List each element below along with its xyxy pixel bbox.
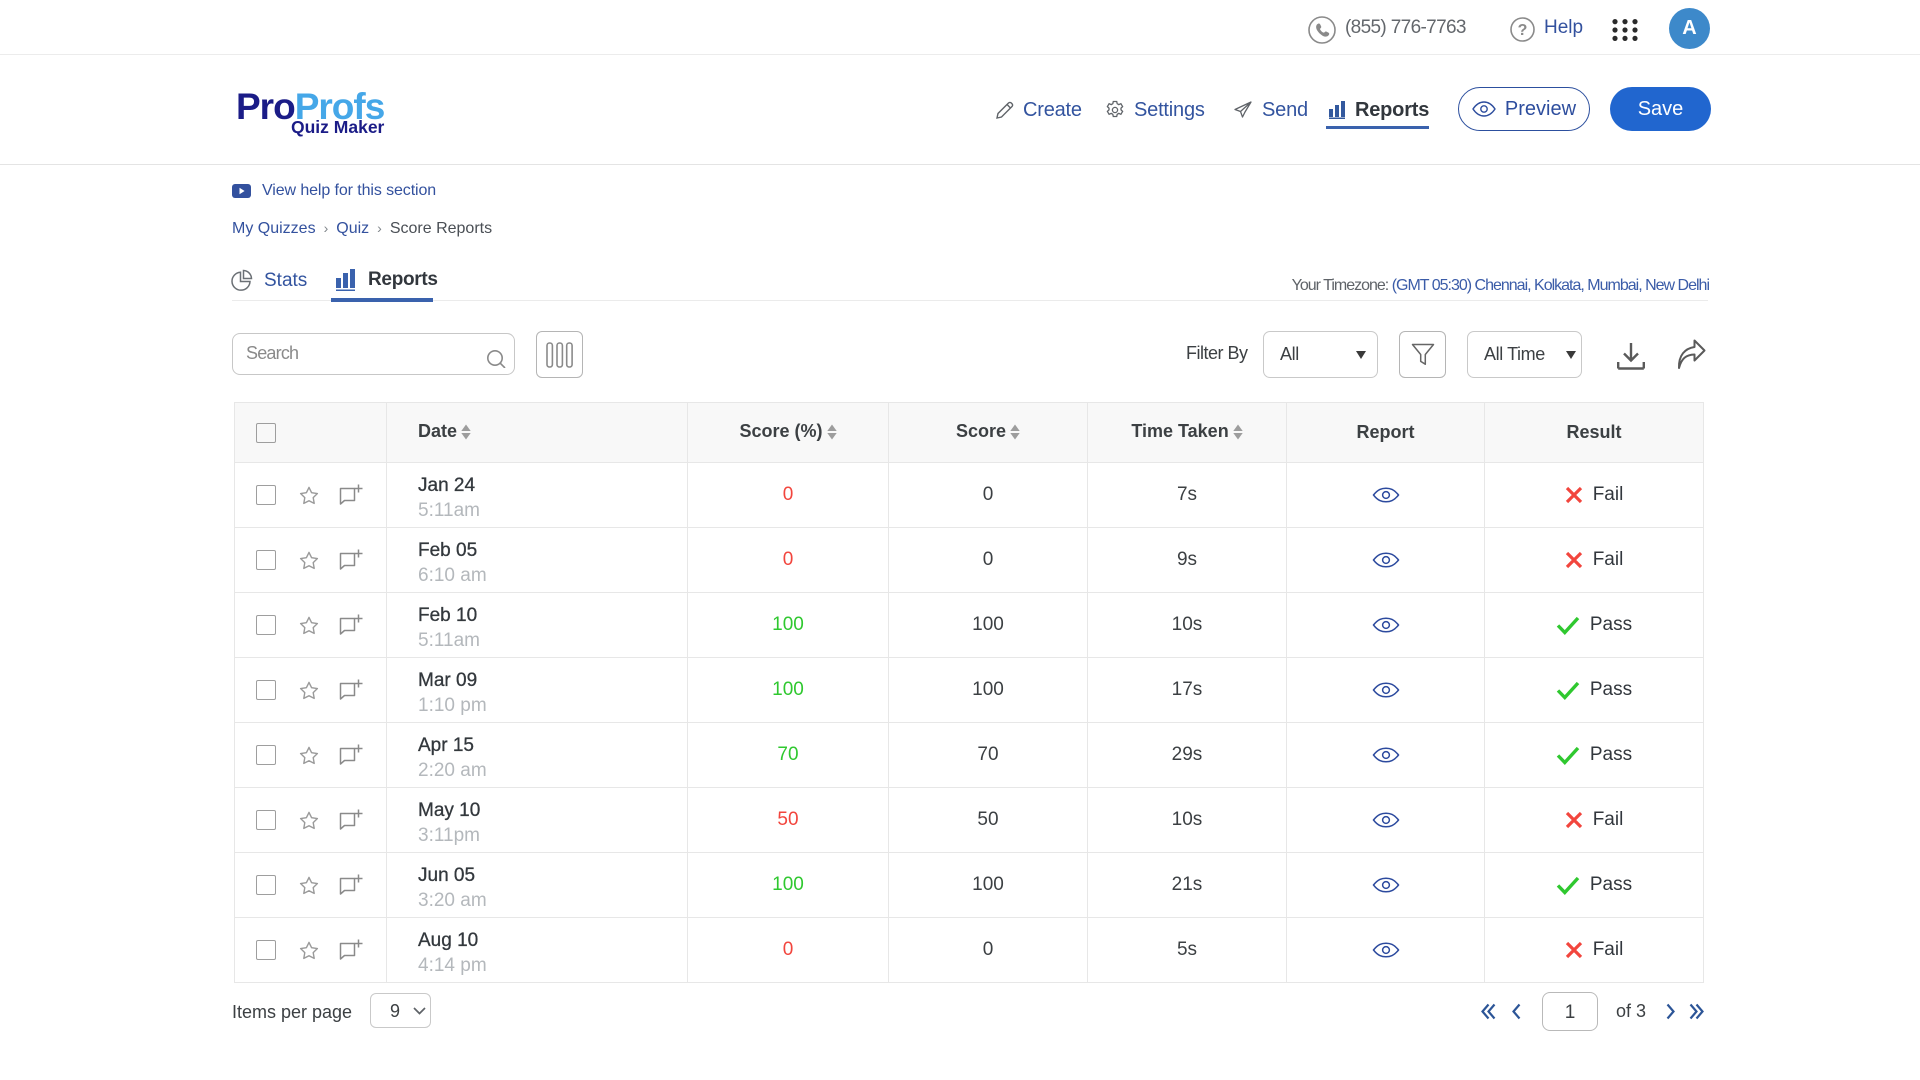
svg-text:?: ? [1518,22,1528,39]
